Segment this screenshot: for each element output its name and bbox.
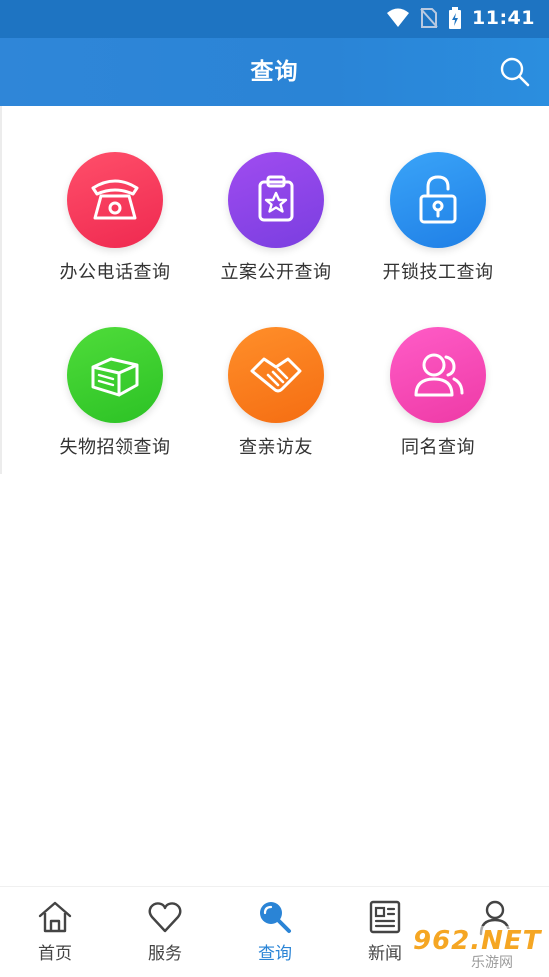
grid-item-locksmith[interactable]: 开锁技工查询 — [358, 152, 518, 302]
status-bar: 11:41 — [0, 0, 549, 38]
case-public-circle — [228, 152, 324, 248]
battery-charging-icon — [449, 7, 462, 29]
search-icon — [260, 902, 291, 933]
nav-item-home[interactable]: 首页 — [0, 897, 110, 964]
same-name-label: 同名查询 — [401, 437, 475, 458]
locksmith-circle — [390, 152, 486, 248]
app-bar: 查询 — [0, 38, 549, 106]
unlock-icon — [419, 175, 457, 224]
nav-item-service[interactable]: 服务 — [110, 897, 220, 964]
nav-label-home: 首页 — [38, 944, 72, 964]
locksmith-label: 开锁技工查询 — [382, 262, 494, 283]
lost-found-label: 失物招领查询 — [59, 437, 171, 458]
page-title: 查询 — [250, 59, 299, 85]
lost-found-circle — [67, 327, 163, 423]
users-icon — [414, 353, 464, 397]
watermark-sub: 乐游网 — [471, 955, 513, 971]
wifi-icon — [387, 8, 410, 27]
telephone-icon — [91, 179, 139, 220]
no-sim-icon — [420, 8, 438, 28]
office-phone-label: 办公电话查询 — [59, 262, 171, 283]
status-time: 11:41 — [472, 7, 535, 29]
search-icon — [500, 57, 530, 87]
heart-icon — [148, 902, 182, 933]
nav-label-query: 查询 — [258, 944, 292, 964]
grid-item-find-relatives[interactable]: 查亲访友 — [196, 327, 356, 477]
find-relatives-label: 查亲访友 — [239, 437, 313, 458]
news-icon — [369, 900, 401, 934]
handshake-icon — [250, 357, 302, 393]
search-button[interactable] — [499, 56, 531, 88]
box-icon — [91, 357, 139, 397]
grid-item-same-name[interactable]: 同名查询 — [358, 327, 518, 477]
clipboard-star-icon — [258, 175, 294, 222]
case-public-label: 立案公开查询 — [220, 262, 332, 283]
find-relatives-circle — [228, 327, 324, 423]
grid-item-case-public[interactable]: 立案公开查询 — [196, 152, 356, 302]
nav-label-service: 服务 — [148, 944, 182, 964]
nav-item-query[interactable]: 查询 — [220, 897, 330, 964]
query-grid: 办公电话查询 立案公开查询 开锁技工查询 失物招领查询 查亲访友 同名查询 — [0, 106, 549, 474]
grid-item-lost-found[interactable]: 失物招领查询 — [35, 327, 195, 477]
watermark: 962.NET 乐游网 — [407, 926, 545, 972]
home-icon — [38, 901, 72, 933]
office-phone-circle — [67, 152, 163, 248]
grid-item-office-phone[interactable]: 办公电话查询 — [35, 152, 195, 302]
status-icons: 11:41 — [386, 7, 535, 29]
same-name-circle — [390, 327, 486, 423]
